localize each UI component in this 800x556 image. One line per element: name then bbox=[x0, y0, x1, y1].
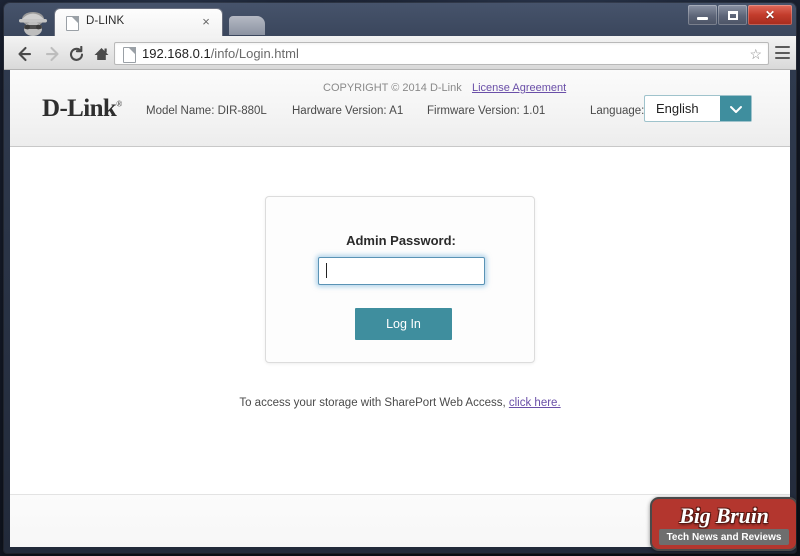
address-bar-url: 192.168.0.1/info/Login.html bbox=[142, 46, 299, 61]
back-icon[interactable] bbox=[15, 43, 37, 65]
login-button[interactable]: Log In bbox=[355, 308, 452, 340]
new-tab-button[interactable] bbox=[229, 16, 265, 35]
tab-favicon-icon bbox=[66, 16, 79, 31]
admin-password-label: Admin Password: bbox=[346, 233, 456, 248]
license-agreement-link[interactable]: License Agreement bbox=[472, 82, 566, 94]
bigbruin-subtitle-bar: Tech News and Reviews bbox=[659, 529, 789, 545]
browser-toolbar: 192.168.0.1/info/Login.html ☆ bbox=[4, 36, 796, 70]
admin-password-input[interactable] bbox=[318, 257, 485, 285]
dlink-logo-text: D-Link bbox=[42, 95, 117, 122]
shareport-click-here-link[interactable]: click here. bbox=[509, 397, 561, 409]
bigbruin-title-area: Big Bruin bbox=[652, 499, 796, 532]
address-bar-host: 192.168.0.1 bbox=[142, 46, 211, 61]
reload-icon[interactable] bbox=[65, 43, 87, 65]
browser-tabstrip: D-LINK × ✕ bbox=[4, 3, 796, 36]
hardware-version-label: Hardware Version: A1 bbox=[292, 105, 404, 117]
model-name-label: Model Name: DIR-880L bbox=[146, 105, 267, 117]
address-bar[interactable]: 192.168.0.1/info/Login.html ☆ bbox=[114, 42, 769, 65]
browser-tab[interactable]: D-LINK × bbox=[55, 9, 222, 36]
home-icon[interactable] bbox=[90, 43, 112, 65]
window-close-button[interactable]: ✕ bbox=[748, 5, 792, 25]
registered-mark: ® bbox=[116, 99, 122, 109]
copyright-text: COPYRIGHT © 2014 D-Link bbox=[323, 82, 462, 94]
window-controls: ✕ bbox=[688, 5, 792, 25]
password-field-wrapper bbox=[318, 257, 485, 285]
incognito-icon[interactable] bbox=[14, 10, 52, 36]
window-minimize-button[interactable] bbox=[688, 5, 717, 25]
address-bar-path: /info/Login.html bbox=[210, 46, 299, 61]
language-select[interactable]: English bbox=[644, 95, 752, 122]
firmware-version-label: Firmware Version: 1.01 bbox=[427, 105, 546, 117]
shareport-notice: To access your storage with SharePort We… bbox=[10, 397, 790, 409]
shareport-text: To access your storage with SharePort We… bbox=[239, 397, 506, 409]
language-label: Language: bbox=[590, 105, 645, 117]
page-icon bbox=[123, 47, 136, 63]
window-maximize-button[interactable] bbox=[718, 5, 747, 25]
dlink-logo: D-Link® bbox=[42, 95, 122, 123]
browser-menu-icon[interactable] bbox=[775, 46, 790, 59]
chevron-down-icon[interactable] bbox=[720, 96, 751, 121]
text-caret bbox=[326, 263, 327, 278]
bigbruin-title: Big Bruin bbox=[679, 502, 769, 528]
page-viewport: D-Link® Model Name: DIR-880L Hardware Ve… bbox=[10, 70, 790, 547]
login-card: Admin Password: Log In bbox=[265, 196, 535, 363]
star-icon[interactable]: ☆ bbox=[749, 46, 762, 63]
bigbruin-watermark: Big Bruin Tech News and Reviews bbox=[650, 497, 796, 551]
language-selected-value: English bbox=[656, 101, 699, 116]
tab-close-icon[interactable]: × bbox=[199, 15, 213, 29]
forward-icon[interactable] bbox=[40, 43, 62, 65]
tab-title: D-LINK bbox=[86, 15, 125, 27]
bigbruin-subtitle: Tech News and Reviews bbox=[666, 531, 782, 543]
browser-window: D-LINK × ✕ 192.168.0.1/info/Login.html ☆… bbox=[4, 3, 796, 553]
